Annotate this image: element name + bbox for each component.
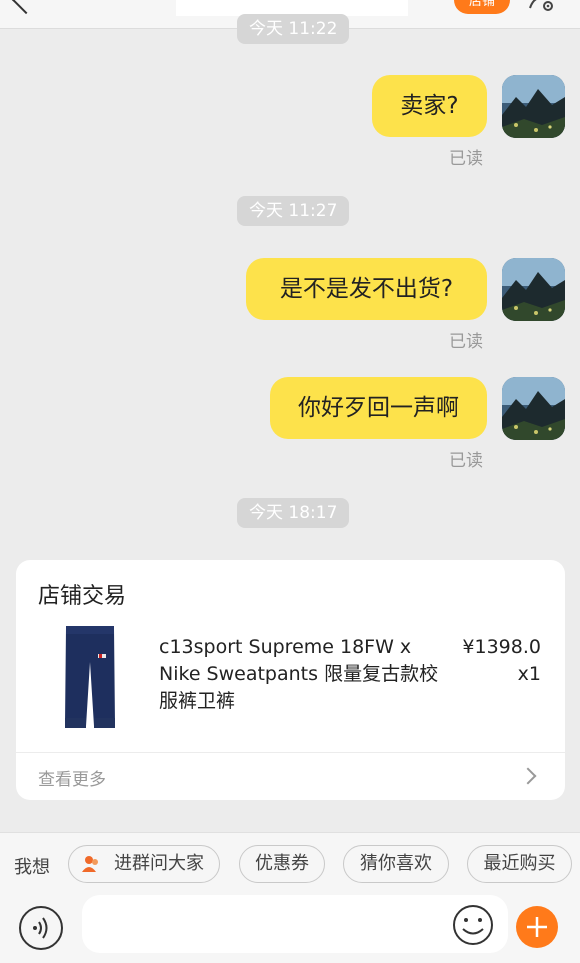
chip-coupon[interactable]: 优惠券 <box>239 845 325 883</box>
chip-join-group[interactable]: 进群问大家 <box>68 845 220 883</box>
message-bubble[interactable]: 卖家? <box>372 75 487 137</box>
user-avatar[interactable] <box>502 377 565 440</box>
product-quantity: x1 <box>517 663 541 685</box>
profile-settings-icon[interactable] <box>528 0 554 16</box>
product-name[interactable]: c13sport Supreme 18FW x Nike Sweatpants … <box>159 634 449 715</box>
chip-label: 最近购买 <box>483 853 556 874</box>
back-icon[interactable] <box>11 0 41 15</box>
chip-guess-you-like[interactable]: 猜你喜欢 <box>343 845 449 883</box>
card-title: 店铺交易 <box>38 584 127 609</box>
shop-badge-button[interactable]: 店铺 <box>454 0 510 14</box>
chip-label: 优惠券 <box>255 853 309 874</box>
group-icon <box>82 856 98 872</box>
user-avatar[interactable] <box>502 258 565 321</box>
chevron-right-icon[interactable] <box>519 767 537 785</box>
bottom-bar: 我想 进群问大家 优惠券 猜你喜欢 最近购买 <box>0 832 580 963</box>
user-avatar[interactable] <box>502 75 565 138</box>
add-more-icon[interactable] <box>516 906 558 948</box>
quick-reply-prefix: 我想 <box>14 857 50 878</box>
order-card[interactable]: 店铺交易 c13sport Supreme 18FW x Nike Sweatp… <box>16 560 565 800</box>
message-input[interactable] <box>82 895 508 953</box>
timestamp: 今天 18:17 <box>237 498 350 528</box>
product-image[interactable] <box>60 624 120 734</box>
message-bubble[interactable]: 你好歹回一声啊 <box>270 377 487 439</box>
divider <box>16 752 565 753</box>
emoji-icon[interactable] <box>452 904 494 946</box>
chip-recent-purchase[interactable]: 最近购买 <box>467 845 572 883</box>
chip-label: 进群问大家 <box>114 853 204 874</box>
product-price: ¥1398.0 <box>462 636 541 658</box>
timestamp: 今天 11:22 <box>237 14 350 44</box>
read-status: 已读 <box>449 451 483 471</box>
chip-label: 猜你喜欢 <box>360 853 432 874</box>
voice-icon[interactable] <box>19 906 63 950</box>
view-more-link[interactable]: 查看更多 <box>38 765 106 790</box>
timestamp: 今天 11:27 <box>237 196 350 226</box>
message-bubble[interactable]: 是不是发不出货? <box>246 258 487 320</box>
read-status: 已读 <box>449 332 483 352</box>
shop-badge-label: 店铺 <box>468 0 495 9</box>
read-status: 已读 <box>449 149 483 169</box>
